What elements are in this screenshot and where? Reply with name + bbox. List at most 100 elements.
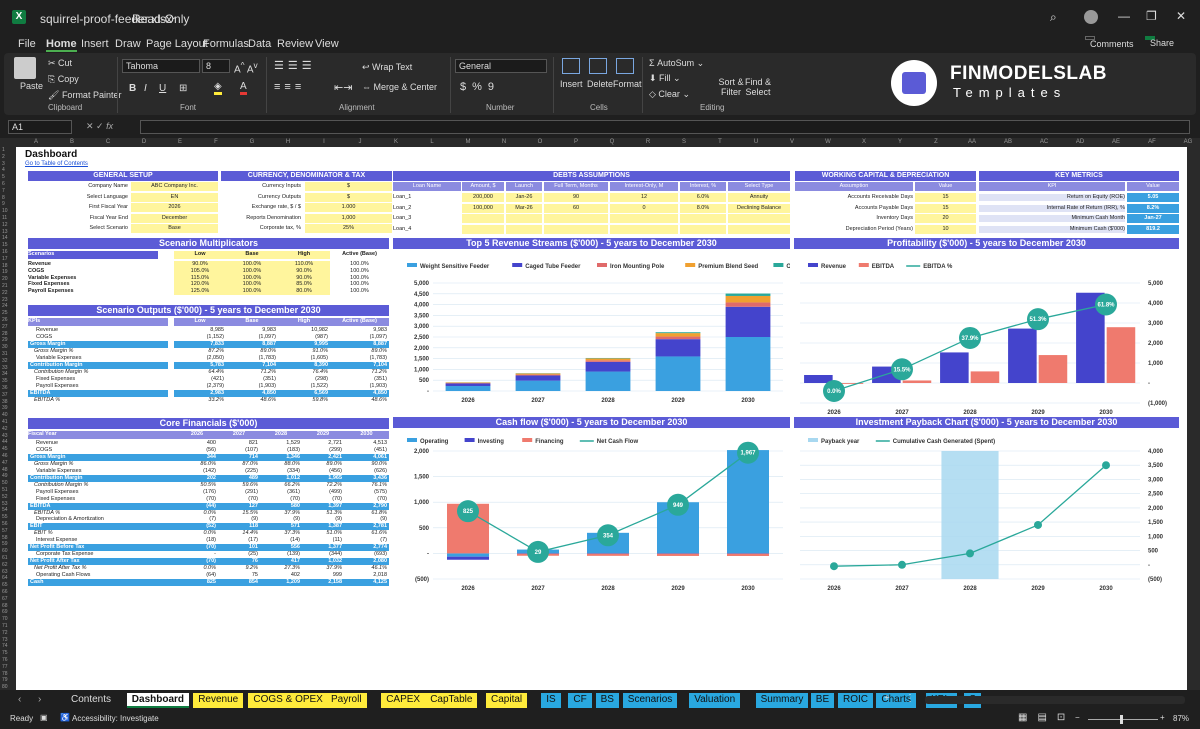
column-header[interactable]: C [90, 139, 126, 145]
column-header[interactable]: S [666, 139, 702, 145]
debt-cell[interactable]: 60 [544, 203, 608, 213]
row-header[interactable]: 18 [2, 263, 8, 269]
column-header[interactable]: AA [954, 139, 990, 145]
bold-icon[interactable]: B [129, 83, 136, 94]
accessibility-status[interactable]: Accessibility: Investigate [72, 714, 159, 723]
row-header[interactable]: 46 [2, 453, 8, 459]
row-header[interactable]: 6 [2, 181, 5, 187]
debt-cell[interactable] [506, 214, 542, 223]
wrap-text-button[interactable]: ↩ Wrap Text [362, 62, 412, 73]
row-header[interactable]: 68 [2, 603, 8, 609]
row-header[interactable]: 31 [2, 351, 8, 357]
row-header[interactable]: 76 [2, 657, 8, 663]
column-header[interactable]: W [810, 139, 846, 145]
debt-cell[interactable] [506, 224, 542, 234]
row-header[interactable]: 77 [2, 664, 8, 670]
column-header[interactable]: E [162, 139, 198, 145]
scenario-multiplier-value[interactable]: 125.0% [174, 288, 226, 296]
debt-cell[interactable] [610, 214, 678, 223]
grow-font-icon[interactable]: A^ Av [234, 60, 258, 75]
sheet-tab[interactable]: Payroll [326, 693, 367, 708]
restore-icon[interactable]: ❐ [1146, 9, 1157, 23]
row-header[interactable]: 55 [2, 514, 8, 520]
row-header[interactable]: 36 [2, 385, 8, 391]
general-setup-value[interactable]: December [131, 213, 218, 223]
row-header[interactable]: 4 [2, 167, 5, 173]
row-header[interactable]: 47 [2, 460, 8, 466]
row-header[interactable]: 40 [2, 412, 8, 418]
debt-cell[interactable]: Mar-26 [506, 203, 542, 213]
row-header[interactable]: 72 [2, 630, 8, 636]
column-header[interactable]: L [414, 139, 450, 145]
currency-value[interactable]: $ [305, 182, 392, 191]
row-header[interactable]: 74 [2, 643, 8, 649]
column-header[interactable]: AF [1134, 139, 1170, 145]
row-header[interactable]: 2 [2, 154, 5, 160]
search-icon[interactable]: ⌕ [1050, 10, 1057, 25]
zoom-slider-thumb[interactable] [1120, 715, 1123, 724]
row-header[interactable]: 48 [2, 467, 8, 473]
zoom-level[interactable]: 87% [1173, 714, 1189, 723]
column-header[interactable]: H [270, 139, 306, 145]
column-header[interactable]: Q [594, 139, 630, 145]
prev-sheet-icon[interactable]: ‹ [18, 694, 21, 705]
row-header[interactable]: 59 [2, 541, 8, 547]
column-header[interactable]: F [198, 139, 234, 145]
wc-value[interactable]: 10 [915, 224, 976, 234]
sheet-tab[interactable]: Revenue [193, 693, 244, 708]
column-header[interactable]: T [702, 139, 738, 145]
row-header[interactable]: 52 [2, 494, 8, 500]
row-header[interactable]: 9 [2, 201, 5, 207]
row-header[interactable]: 19 [2, 269, 8, 275]
underline-icon[interactable]: U [159, 83, 166, 94]
formula-buttons[interactable]: ✕ ✓ fx [86, 121, 113, 132]
copy-button[interactable]: ⎘ Copy [48, 74, 79, 85]
debt-cell[interactable] [728, 224, 790, 234]
menu-data[interactable]: Data [248, 38, 271, 50]
sheet-tab[interactable]: CF [568, 693, 592, 708]
row-header[interactable]: 67 [2, 596, 8, 602]
column-header[interactable]: U [738, 139, 774, 145]
debt-cell[interactable]: 200,000 [462, 193, 504, 202]
minimize-icon[interactable]: — [1118, 9, 1130, 23]
row-header[interactable]: 29 [2, 337, 8, 343]
paste-button[interactable]: Paste [20, 81, 43, 91]
add-sheet-icon[interactable]: + [884, 693, 890, 704]
row-header[interactable]: 69 [2, 609, 8, 615]
share-button[interactable]: Share [1145, 36, 1174, 48]
wc-value[interactable]: 20 [915, 214, 976, 223]
row-header[interactable]: 56 [2, 521, 8, 527]
row-header[interactable]: 1 [2, 147, 5, 153]
sheet-tab[interactable]: Dashboard [126, 693, 190, 708]
row-header[interactable]: 63 [2, 569, 8, 575]
debt-cell[interactable]: 0 [610, 203, 678, 213]
column-header[interactable]: O [522, 139, 558, 145]
column-header[interactable]: Z [918, 139, 954, 145]
scenario-multiplier-value[interactable]: 80.0% [278, 288, 330, 296]
row-header[interactable]: 64 [2, 575, 8, 581]
row-header[interactable]: 23 [2, 297, 8, 303]
row-header[interactable]: 53 [2, 501, 8, 507]
row-header[interactable]: 39 [2, 405, 8, 411]
fill-button[interactable]: ⬇ Fill ⌄ [649, 73, 681, 84]
merge-center-button[interactable]: ⇔ Merge & Center [362, 82, 437, 92]
row-header[interactable]: 13 [2, 229, 8, 235]
column-header[interactable]: B [54, 139, 90, 145]
row-header[interactable]: 38 [2, 399, 8, 405]
sheet-tab[interactable]: BS [595, 693, 619, 708]
column-header[interactable]: AE [1098, 139, 1134, 145]
row-header[interactable]: 50 [2, 480, 8, 486]
row-header[interactable]: 11 [2, 215, 7, 221]
view-buttons[interactable]: ▦▤⊡ [1018, 712, 1075, 723]
row-header[interactable]: 49 [2, 473, 8, 479]
format-painter-button[interactable]: 🖌 Format Painter [48, 90, 121, 101]
cut-button[interactable]: ✂ Cut [48, 58, 72, 69]
row-header[interactable]: 51 [2, 487, 8, 493]
row-header[interactable]: 60 [2, 548, 8, 554]
next-sheet-icon[interactable]: › [38, 694, 41, 705]
worksheet[interactable]: Dashboard Go to Table of Contents GENERA… [16, 147, 1187, 690]
comments-button[interactable]: Comments [1085, 36, 1134, 49]
row-header[interactable]: 70 [2, 616, 8, 622]
insert-cells-button[interactable]: Insert [560, 79, 583, 89]
font-color-icon[interactable]: A [240, 81, 247, 95]
